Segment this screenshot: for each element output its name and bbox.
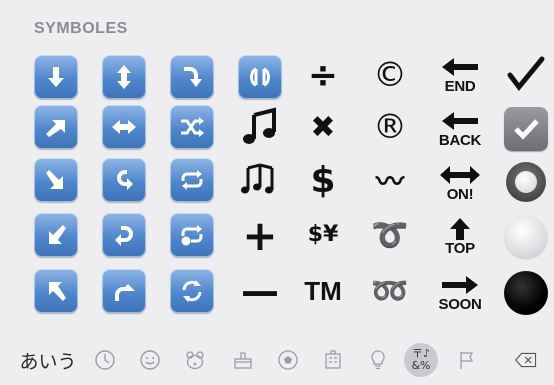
emoji-arrow-up-right[interactable] bbox=[26, 102, 86, 152]
emoji-wavy-dash[interactable]: 〰 bbox=[360, 155, 420, 205]
arrow-curve-down-icon bbox=[170, 55, 214, 99]
delete-icon bbox=[515, 352, 537, 368]
smiley-icon bbox=[140, 350, 160, 370]
emoji-arrow-curve-down[interactable] bbox=[162, 52, 222, 102]
arrow-curve-up-icon bbox=[102, 269, 146, 313]
repeat-one-icon bbox=[170, 213, 214, 257]
emoji-double-curly-loop[interactable]: ➿ bbox=[360, 266, 420, 316]
top-label: TOP bbox=[445, 240, 475, 257]
check-mark-icon bbox=[507, 56, 545, 92]
arrow-down-icon bbox=[34, 55, 78, 99]
emoji-refresh[interactable] bbox=[162, 266, 222, 316]
on-label: ON! bbox=[446, 186, 474, 203]
repeat-icon bbox=[170, 158, 214, 202]
arrow-up-down-icon bbox=[102, 55, 146, 99]
animal-icon bbox=[186, 351, 204, 370]
emoji-top-arrow[interactable]: TOP bbox=[430, 212, 490, 262]
black-circle-icon bbox=[504, 271, 548, 315]
arrow-hook-return-icon bbox=[102, 213, 146, 257]
emoji-arrow-hook-left[interactable] bbox=[94, 155, 154, 205]
bulb-icon bbox=[371, 350, 385, 370]
emoji-arrow-down-right[interactable] bbox=[26, 155, 86, 205]
white-circle-icon bbox=[505, 216, 547, 258]
musical-notes-icon[interactable] bbox=[230, 155, 290, 205]
section-title: SYMBOLES bbox=[34, 20, 128, 37]
emoji-arrow-curve-up[interactable] bbox=[94, 266, 154, 316]
arrow-left-right-icon bbox=[102, 105, 146, 149]
emoji-minus[interactable]: — bbox=[230, 266, 290, 316]
emoji-copyright[interactable]: © bbox=[360, 50, 420, 100]
clock-icon bbox=[95, 350, 115, 370]
emoji-multiply[interactable]: ✖ bbox=[293, 102, 353, 152]
arrow-left-right-icon bbox=[440, 166, 480, 184]
delete-button[interactable] bbox=[506, 343, 546, 377]
flags-tab[interactable] bbox=[450, 343, 484, 377]
emoji-divide[interactable]: ÷ bbox=[293, 50, 353, 100]
emoji-back-arrow[interactable]: BACK bbox=[430, 104, 490, 154]
emoji-curly-loop[interactable]: ➰ bbox=[360, 210, 420, 260]
refresh-icon bbox=[170, 269, 214, 313]
arrow-left-icon bbox=[442, 112, 478, 130]
arrow-hook-left-icon bbox=[102, 158, 146, 202]
flag-icon bbox=[460, 352, 474, 369]
emoji-repeat[interactable] bbox=[162, 155, 222, 205]
emoji-check-box[interactable] bbox=[496, 104, 554, 154]
shuffle-icon bbox=[170, 105, 214, 149]
smileys-tab[interactable] bbox=[133, 343, 167, 377]
emoji-arrow-up-down[interactable] bbox=[94, 52, 154, 102]
arrow-left-icon bbox=[442, 58, 478, 76]
currency-exchange-label: $¥ bbox=[307, 222, 339, 247]
kana-label: あいう bbox=[19, 350, 77, 373]
arrow-down-right-icon bbox=[34, 158, 78, 202]
emoji-trademark[interactable]: TM bbox=[293, 266, 353, 316]
animals-tab[interactable] bbox=[178, 343, 212, 377]
arrow-up-left-icon bbox=[34, 269, 78, 313]
symbols-tab-bottom: &% bbox=[411, 359, 431, 372]
emoji-keyboard-panel: SYMBOLES + — ÷ ✖ $ $¥ TM © ® 〰 ➰ ➿ END B… bbox=[0, 0, 554, 385]
activity-tab[interactable] bbox=[271, 343, 305, 377]
end-label: END bbox=[444, 78, 476, 95]
recent-tab[interactable] bbox=[88, 343, 122, 377]
emoji-black-circle[interactable] bbox=[496, 268, 554, 318]
building-icon bbox=[325, 350, 341, 369]
emoji-counterclockwise[interactable] bbox=[230, 52, 290, 102]
emoji-dollar[interactable]: $ bbox=[293, 155, 353, 205]
emoji-arrow-down-left[interactable] bbox=[26, 210, 86, 260]
emoji-plus[interactable]: + bbox=[230, 210, 290, 260]
musical-note-icon[interactable] bbox=[230, 102, 290, 152]
emoji-arrow-down[interactable] bbox=[26, 52, 86, 102]
emoji-on-arrow[interactable]: ON! bbox=[430, 158, 490, 208]
food-tab[interactable] bbox=[226, 343, 260, 377]
check-box-icon bbox=[504, 107, 548, 151]
ball-icon bbox=[278, 350, 298, 370]
arrow-up-icon bbox=[450, 218, 470, 240]
arrow-down-left-icon bbox=[34, 213, 78, 257]
food-icon bbox=[234, 352, 252, 369]
objects-tab[interactable] bbox=[361, 343, 395, 377]
counterclockwise-arrows-icon bbox=[238, 55, 282, 99]
symbols-tab[interactable]: 〒♪ &% bbox=[402, 343, 440, 377]
arrow-right-icon bbox=[442, 276, 478, 294]
soon-label: SOON bbox=[438, 296, 482, 313]
emoji-radio-button[interactable] bbox=[496, 157, 554, 207]
emoji-soon-arrow[interactable]: SOON bbox=[430, 268, 490, 318]
symbols-icon: 〒♪ &% bbox=[404, 343, 438, 377]
radio-button-icon bbox=[506, 162, 546, 202]
category-toolbar: あいう 〒♪ &% bbox=[0, 337, 554, 385]
emoji-arrow-hook-return[interactable] bbox=[94, 210, 154, 260]
emoji-currency-exchange[interactable]: $¥ bbox=[293, 210, 353, 260]
emoji-shuffle[interactable] bbox=[162, 102, 222, 152]
emoji-end-arrow[interactable]: END bbox=[430, 50, 490, 100]
back-label: BACK bbox=[438, 132, 482, 149]
arrow-up-right-icon bbox=[34, 105, 78, 149]
emoji-heavy-check[interactable] bbox=[496, 50, 554, 100]
emoji-repeat-one[interactable] bbox=[162, 210, 222, 260]
kana-keyboard-button[interactable]: あいう bbox=[18, 343, 78, 377]
travel-tab[interactable] bbox=[316, 343, 350, 377]
emoji-registered[interactable]: ® bbox=[360, 102, 420, 152]
emoji-white-circle[interactable] bbox=[496, 212, 554, 262]
emoji-arrow-left-right[interactable] bbox=[94, 102, 154, 152]
emoji-arrow-up-left[interactable] bbox=[26, 266, 86, 316]
